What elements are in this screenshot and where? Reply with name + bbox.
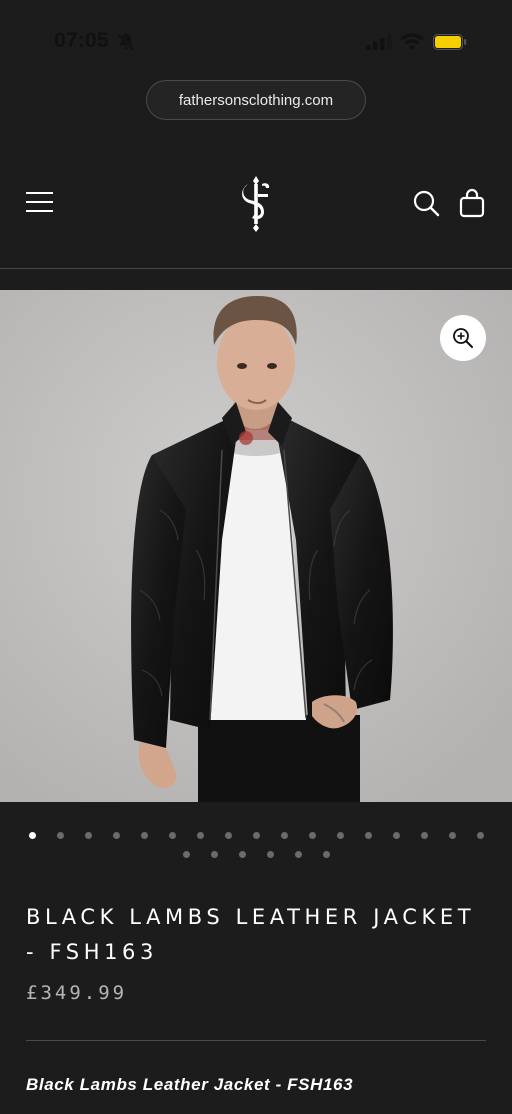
pagination-dot[interactable]	[266, 851, 274, 858]
fatherson-monogram-logo[interactable]	[238, 174, 274, 232]
battery-icon	[433, 34, 467, 50]
pagination-dot[interactable]	[196, 832, 204, 839]
product-photo-jacket-model	[0, 290, 512, 802]
product-title: BLACK LAMBS LEATHER JACKET - FSH163	[26, 905, 476, 964]
pagination-dot[interactable]	[28, 832, 36, 839]
pagination-dot[interactable]	[294, 851, 302, 858]
pagination-dot[interactable]	[280, 832, 288, 839]
product-image[interactable]	[0, 290, 512, 802]
hamburger-menu-icon[interactable]	[24, 190, 56, 216]
pagination-dot[interactable]	[56, 832, 64, 839]
pagination-dot[interactable]	[476, 832, 484, 839]
pagination-dot[interactable]	[238, 851, 246, 858]
pagination-dot[interactable]	[252, 832, 260, 839]
status-time: 07:05	[54, 29, 109, 52]
url-bar[interactable]: fathersonsclothing.com	[146, 80, 366, 120]
wifi-icon	[400, 33, 424, 50]
pagination-dot[interactable]	[322, 851, 330, 858]
bell-slash-icon	[117, 33, 135, 51]
cellular-signal-icon	[366, 34, 392, 50]
pagination-dot[interactable]	[168, 832, 176, 839]
site-header	[0, 160, 512, 250]
status-bar: 07:05	[0, 0, 512, 80]
pagination-dot[interactable]	[210, 851, 218, 858]
pagination-dot[interactable]	[224, 832, 232, 839]
header-divider	[0, 268, 512, 269]
product-price: £349.99	[26, 982, 128, 1004]
pagination-dot[interactable]	[112, 832, 120, 839]
pagination-dot[interactable]	[84, 832, 92, 839]
product-description-heading: Black Lambs Leather Jacket - FSH163	[26, 1075, 354, 1094]
pagination-dot[interactable]	[308, 832, 316, 839]
info-divider	[26, 1040, 486, 1041]
image-pagination-dots	[0, 824, 512, 864]
url-text: fathersonsclothing.com	[178, 91, 334, 109]
pagination-dot[interactable]	[392, 832, 400, 839]
shopping-bag-icon[interactable]	[458, 188, 486, 218]
zoom-button[interactable]	[440, 315, 486, 361]
search-icon[interactable]	[412, 189, 440, 217]
pagination-dot[interactable]	[364, 832, 372, 839]
pagination-dot[interactable]	[420, 832, 428, 839]
pagination-dot[interactable]	[448, 832, 456, 839]
pagination-dot[interactable]	[336, 832, 344, 839]
pagination-dot[interactable]	[140, 832, 148, 839]
zoom-in-icon	[453, 328, 473, 348]
pagination-dot[interactable]	[182, 851, 190, 858]
